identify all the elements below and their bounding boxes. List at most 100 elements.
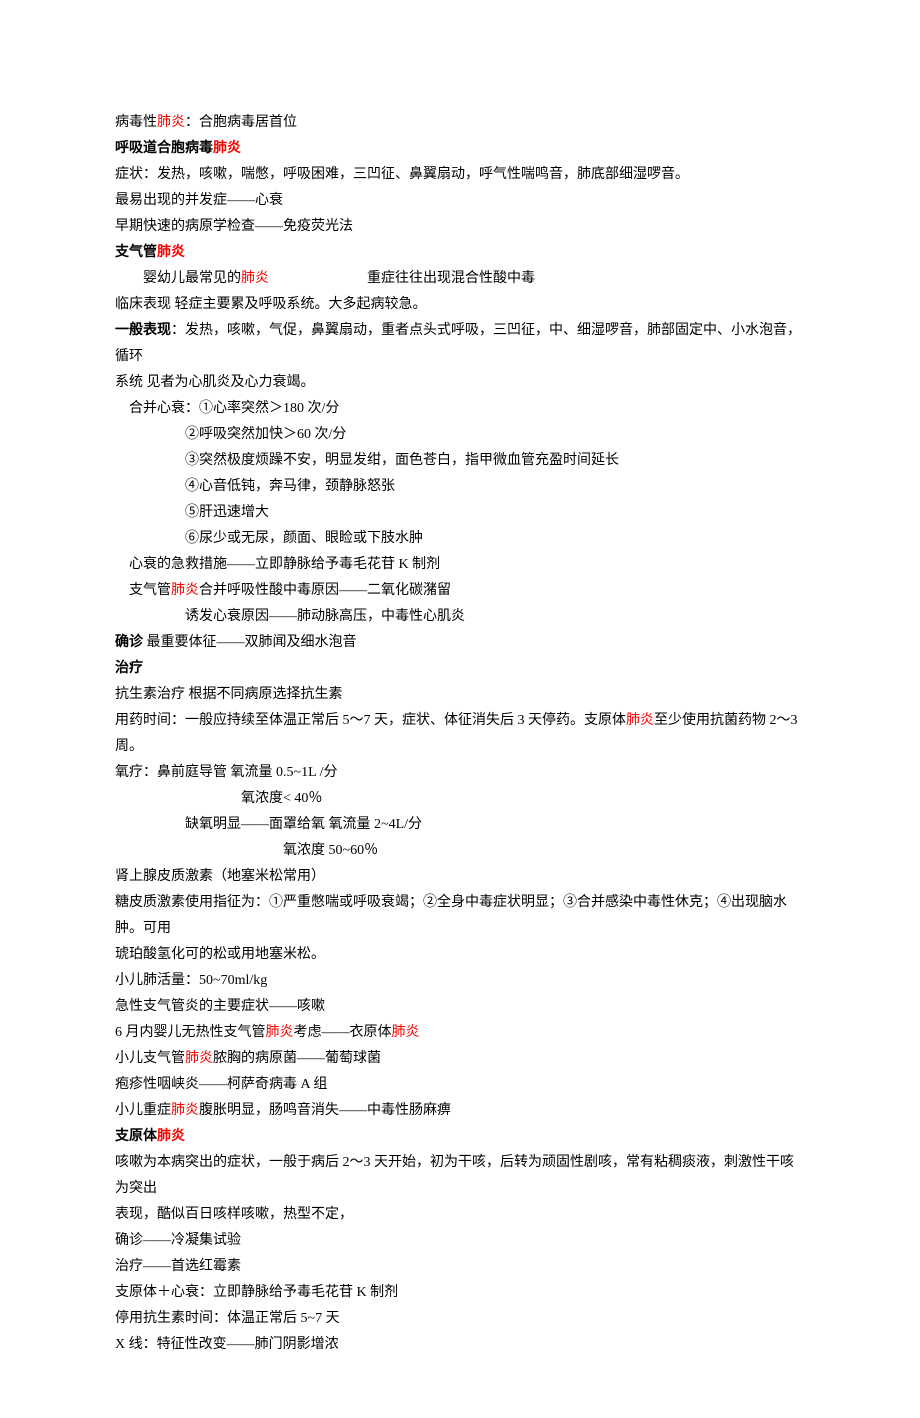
text-run: 缺氧明显——面罩给氧 氧流量 2~4L/分: [185, 817, 422, 832]
text-run: ③突然极度烦躁不安，明显发绀，面色苍白，指甲微血管充盈时间延长: [185, 453, 619, 468]
line-30: 琥珀酸氢化可的松或用地塞米松。: [115, 942, 805, 968]
text-run: ⑥尿少或无尿，颜面、眼睑或下肢水肿: [185, 531, 423, 546]
text-run: 氧疗：鼻前庭导管 氧流量 0.5~1L /分: [115, 765, 338, 780]
text-run: 肺炎: [266, 1025, 294, 1040]
text-run: 肺炎: [241, 271, 269, 286]
line-31: 小儿肺活量：50~70ml/kg: [115, 968, 805, 994]
line-10: 系统 见者为心肌炎及心力衰竭。: [115, 370, 805, 396]
line-01: 病毒性肺炎：合胞病毒居首位: [115, 110, 805, 136]
text-run: 病毒性: [115, 115, 157, 130]
text-run: 肺炎: [185, 1051, 213, 1066]
text-run: 氧浓度< 40％: [241, 791, 322, 806]
text-run: 小儿重症: [115, 1103, 171, 1118]
line-11: 合并心衰：①心率突然＞180 次/分: [115, 396, 805, 422]
line-35: 疱疹性咽峡炎——柯萨奇病毒 A 组: [115, 1072, 805, 1098]
text-run: 糖皮质激素使用指征为：①严重憋喘或呼吸衰竭；②全身中毒症状明显；③合并感染中毒性…: [115, 895, 787, 936]
text-run: 抗生素治疗 根据不同病原选择抗生素: [115, 687, 343, 702]
text-run: ⑤肝迅速增大: [185, 505, 269, 520]
line-42: 支原体＋心衰：立即静脉给予毒毛花苷 K 制剂: [115, 1280, 805, 1306]
line-08: 临床表现 轻症主要累及呼吸系统。大多起病较急。: [115, 292, 805, 318]
text-run: 6 月内婴儿无热性支气管: [115, 1025, 266, 1040]
line-43: 停用抗生素时间：体温正常后 5~7 天: [115, 1306, 805, 1332]
text-run: 小儿支气管: [115, 1051, 185, 1066]
line-19: 诱发心衰原因——肺动脉高压，中毒性心肌炎: [115, 604, 805, 630]
line-05: 早期快速的病原学检查——免疫荧光法: [115, 214, 805, 240]
text-run: 诱发心衰原因——肺动脉高压，中毒性心肌炎: [185, 609, 465, 624]
line-15: ⑤肝迅速增大: [115, 500, 805, 526]
text-run: 支原体＋心衰：立即静脉给予毒毛花苷 K 制剂: [115, 1285, 398, 1300]
text-run: 琥珀酸氢化可的松或用地塞米松。: [115, 947, 325, 962]
text-run: 支气管: [129, 583, 171, 598]
line-41: 治疗——首选红霉素: [115, 1254, 805, 1280]
text-run: 合并呼吸性酸中毒原因——二氧化碳潴留: [199, 583, 451, 598]
text-run: 心衰的急救措施——立即静脉给予毒毛花苷 K 制剂: [129, 557, 440, 572]
text-run: 合并心衰：①心率突然＞180 次/分: [129, 401, 339, 416]
text-run: 确诊: [115, 635, 143, 650]
text-run: 最重要体征——双肺闻及细水泡音: [143, 635, 357, 650]
text-run: 治疗: [115, 661, 143, 676]
text-run: 肺炎: [626, 713, 654, 728]
text-run: 系统 见者为心肌炎及心力衰竭。: [115, 375, 315, 390]
text-run: 急性支气管炎的主要症状——咳嗽: [115, 999, 325, 1014]
line-09: 一般表现：发热，咳嗽，气促，鼻翼扇动，重者点头式呼吸，三凹征，中、细湿啰音，肺部…: [115, 318, 805, 370]
text-run: 肺炎: [392, 1025, 420, 1040]
text-run: 肺炎: [157, 245, 185, 260]
text-run: 肺炎: [157, 115, 185, 130]
text-run: 咳嗽为本病突出的症状，一般于病后 2～3 天开始，初为干咳，后转为顽固性剧咳，常…: [115, 1155, 794, 1196]
text-run: ②呼吸突然加快＞60 次/分: [185, 427, 346, 442]
text-run: 用药时间：一般应持续至体温正常后 5～7 天，症状、体征消失后 3 天停药。支原…: [115, 713, 626, 728]
text-run: 呼吸道合胞病毒: [115, 141, 213, 156]
text-run: 治疗——首选红霉素: [115, 1259, 241, 1274]
line-13: ③突然极度烦躁不安，明显发绀，面色苍白，指甲微血管充盈时间延长: [115, 448, 805, 474]
text-run: 临床表现 轻症主要累及呼吸系统。大多起病较急。: [115, 297, 427, 312]
text-run: X 线：特征性改变——肺门阴影增浓: [115, 1337, 339, 1352]
line-29: 糖皮质激素使用指征为：①严重憋喘或呼吸衰竭；②全身中毒症状明显；③合并感染中毒性…: [115, 890, 805, 942]
line-17: 心衰的急救措施——立即静脉给予毒毛花苷 K 制剂: [115, 552, 805, 578]
line-28: 肾上腺皮质激素（地塞米松常用）: [115, 864, 805, 890]
line-23: 用药时间：一般应持续至体温正常后 5～7 天，症状、体征消失后 3 天停药。支原…: [115, 708, 805, 760]
text-run: 婴幼儿最常见的: [143, 271, 241, 286]
text-run: 停用抗生素时间：体温正常后 5~7 天: [115, 1311, 340, 1326]
line-06: 支气管肺炎: [115, 240, 805, 266]
line-21: 治疗: [115, 656, 805, 682]
text-run: 腹胀明显，肠鸣音消失——中毒性肠麻痹: [199, 1103, 451, 1118]
text-run: 脓胸的病原菌——葡萄球菌: [213, 1051, 381, 1066]
text-run: 支原体: [115, 1129, 157, 1144]
line-16: ⑥尿少或无尿，颜面、眼睑或下肢水肿: [115, 526, 805, 552]
line-38: 咳嗽为本病突出的症状，一般于病后 2～3 天开始，初为干咳，后转为顽固性剧咳，常…: [115, 1150, 805, 1202]
line-02: 呼吸道合胞病毒肺炎: [115, 136, 805, 162]
line-39: 表现，酷似百日咳样咳嗽，热型不定，: [115, 1202, 805, 1228]
text-run: 支气管: [115, 245, 157, 260]
text-run: 确诊——冷凝集试验: [115, 1233, 241, 1248]
line-26: 缺氧明显——面罩给氧 氧流量 2~4L/分: [115, 812, 805, 838]
line-27: 氧浓度 50~60％: [115, 838, 805, 864]
line-33: 6 月内婴儿无热性支气管肺炎考虑——衣原体肺炎: [115, 1020, 805, 1046]
line-03: 症状：发热，咳嗽，喘憋，呼吸困难，三凹征、鼻翼扇动，呼气性喘鸣音，肺底部细湿啰音…: [115, 162, 805, 188]
text-run: 一般表现: [115, 323, 171, 338]
line-14: ④心音低钝，奔马律，颈静脉怒张: [115, 474, 805, 500]
document-body: 病毒性肺炎：合胞病毒居首位呼吸道合胞病毒肺炎症状：发热，咳嗽，喘憋，呼吸困难，三…: [115, 110, 805, 1358]
line-12: ②呼吸突然加快＞60 次/分: [115, 422, 805, 448]
text-run: ④心音低钝，奔马律，颈静脉怒张: [185, 479, 395, 494]
text-run: 早期快速的病原学检查——免疫荧光法: [115, 219, 353, 234]
line-22: 抗生素治疗 根据不同病原选择抗生素: [115, 682, 805, 708]
line-44: X 线：特征性改变——肺门阴影增浓: [115, 1332, 805, 1358]
text-run: 氧浓度 50~60％: [283, 843, 378, 858]
line-37: 支原体肺炎: [115, 1124, 805, 1150]
text-run: 症状：发热，咳嗽，喘憋，呼吸困难，三凹征、鼻翼扇动，呼气性喘鸣音，肺底部细湿啰音…: [115, 167, 689, 182]
text-run: ：合胞病毒居首位: [185, 115, 297, 130]
text-run: 肺炎: [171, 583, 199, 598]
text-run: 肺炎: [213, 141, 241, 156]
text-run: 重症往往出现混合性酸中毒: [367, 271, 535, 286]
text-run: 表现，酷似百日咳样咳嗽，热型不定，: [115, 1207, 353, 1222]
text-run: 考虑——衣原体: [294, 1025, 392, 1040]
text-run: 肺炎: [157, 1129, 185, 1144]
line-36: 小儿重症肺炎腹胀明显，肠鸣音消失——中毒性肠麻痹: [115, 1098, 805, 1124]
line-34: 小儿支气管肺炎脓胸的病原菌——葡萄球菌: [115, 1046, 805, 1072]
line-07: 婴幼儿最常见的肺炎 重症往往出现混合性酸中毒: [115, 266, 805, 292]
line-24: 氧疗：鼻前庭导管 氧流量 0.5~1L /分: [115, 760, 805, 786]
line-04: 最易出现的并发症——心衰: [115, 188, 805, 214]
line-18: 支气管肺炎合并呼吸性酸中毒原因——二氧化碳潴留: [115, 578, 805, 604]
text-run: 小儿肺活量：50~70ml/kg: [115, 973, 267, 988]
line-20: 确诊 最重要体征——双肺闻及细水泡音: [115, 630, 805, 656]
